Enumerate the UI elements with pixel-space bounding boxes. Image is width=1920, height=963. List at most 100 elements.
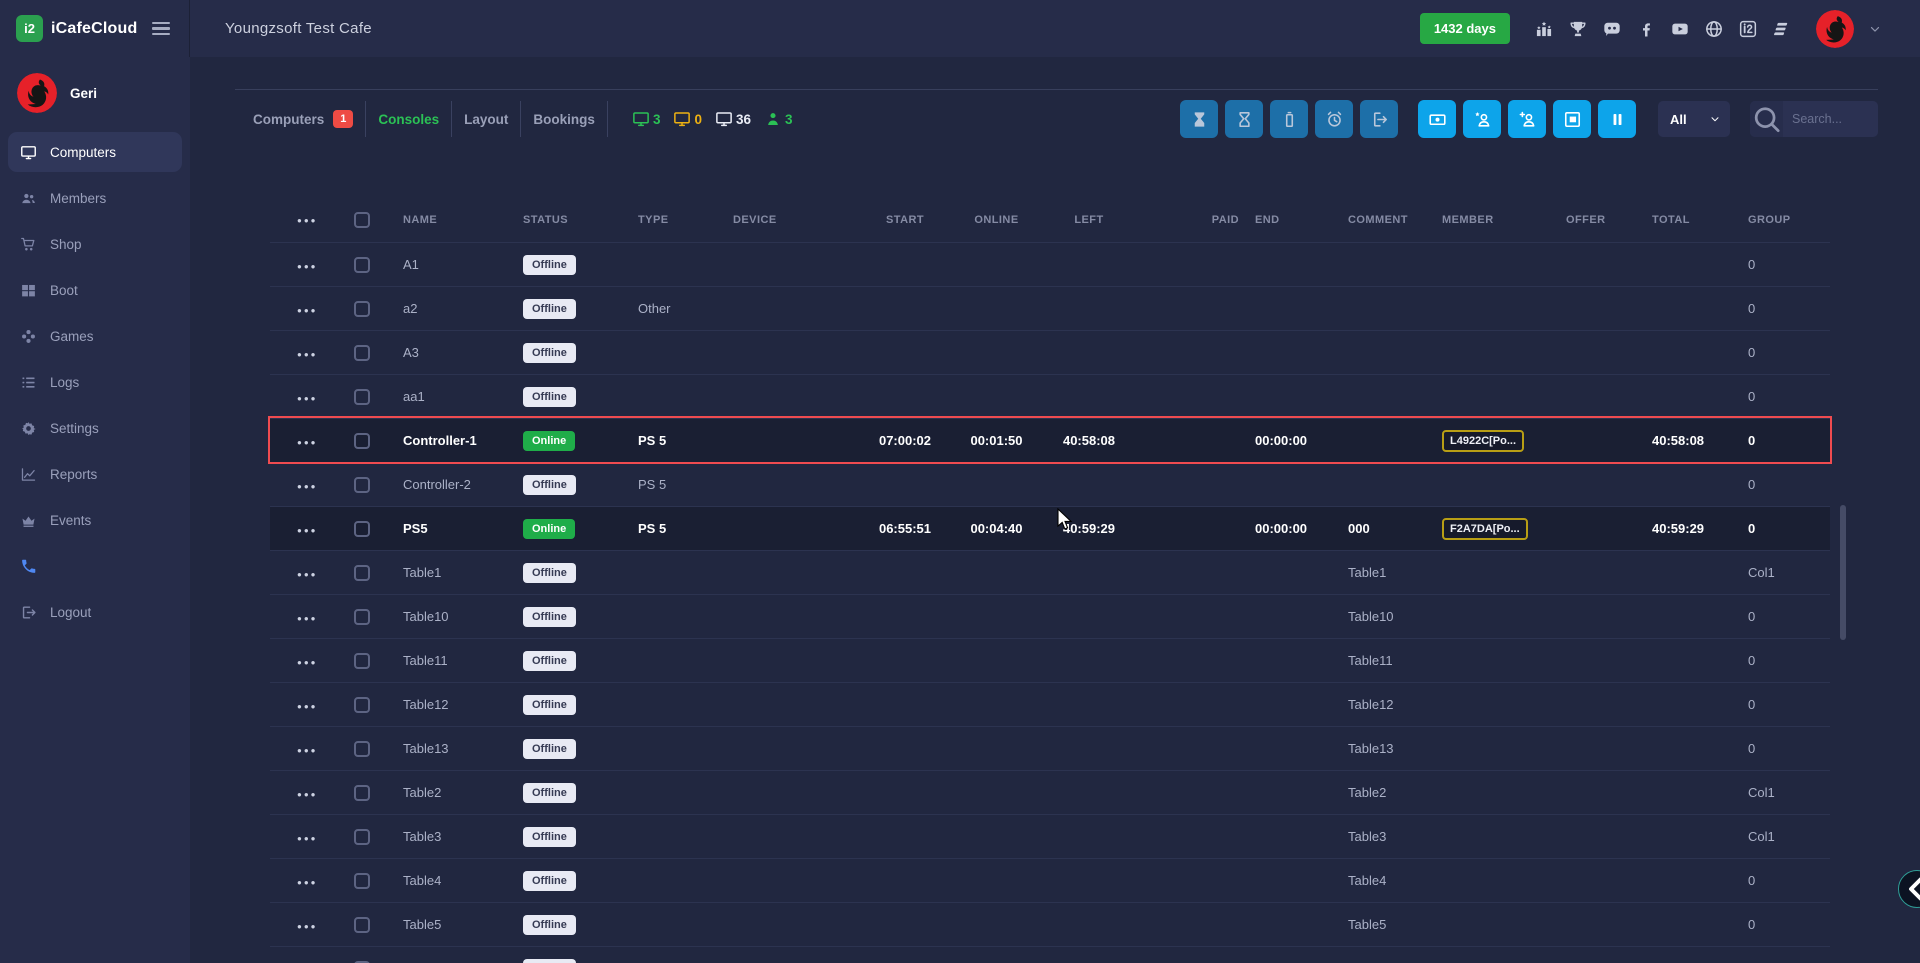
row-actions-icon[interactable]: ●●● xyxy=(297,834,318,843)
column-header-group[interactable]: GROUP xyxy=(1730,214,1830,226)
add-user-button[interactable] xyxy=(1508,100,1546,138)
select-all-checkbox[interactable] xyxy=(354,212,370,228)
table-row-Table2[interactable]: ●●● Table2 Offline Table2 Col1 xyxy=(270,770,1830,814)
row-checkbox[interactable] xyxy=(354,873,370,889)
sign-out-button[interactable] xyxy=(1360,100,1398,138)
row-checkbox[interactable] xyxy=(354,609,370,625)
row-checkbox[interactable] xyxy=(354,565,370,581)
sidebar-item-shop[interactable]: Shop xyxy=(8,224,182,264)
row-checkbox[interactable] xyxy=(354,653,370,669)
table-row-Table5[interactable]: ●●● Table5 Offline Table5 0 xyxy=(270,902,1830,946)
column-header-status[interactable]: STATUS xyxy=(515,214,630,226)
row-actions-icon[interactable]: ●●● xyxy=(297,350,318,359)
row-actions-icon[interactable]: ●●● xyxy=(297,306,318,315)
sidebar-item-settings[interactable]: Settings xyxy=(8,408,182,448)
sidebar-item-boot[interactable]: Boot xyxy=(8,270,182,310)
row-actions-icon[interactable]: ●●● xyxy=(297,394,318,403)
table-row-Controller-1[interactable]: ●●● Controller-1 Online PS 5 07:00:02 00… xyxy=(270,418,1830,462)
search-icon[interactable] xyxy=(1750,101,1783,137)
tab-consoles[interactable]: Consoles xyxy=(378,112,439,127)
sidebar-item-support[interactable]: Support xyxy=(8,546,182,586)
row-actions-icon[interactable]: ●●● xyxy=(297,702,318,711)
row-checkbox[interactable] xyxy=(354,345,370,361)
sidebar-item-computers[interactable]: Computers xyxy=(8,132,182,172)
row-checkbox[interactable] xyxy=(354,741,370,757)
row-checkbox[interactable] xyxy=(354,389,370,405)
screenshot-button[interactable] xyxy=(1553,100,1591,138)
page-scrollbar[interactable] xyxy=(1840,505,1846,640)
row-checkbox[interactable] xyxy=(354,785,370,801)
globe-icon[interactable] xyxy=(1704,19,1724,39)
tab-computers[interactable]: Computers 1 xyxy=(253,110,353,128)
row-actions-icon[interactable]: ●●● xyxy=(297,746,318,755)
user-avatar[interactable] xyxy=(17,73,57,113)
chevron-down-icon[interactable] xyxy=(1868,22,1882,36)
row-actions-icon[interactable]: ●●● xyxy=(297,438,318,447)
menu-toggle-icon[interactable] xyxy=(148,18,174,39)
column-header-offer[interactable]: OFFER xyxy=(1560,214,1640,226)
icafecloud-icon[interactable] xyxy=(1738,19,1758,39)
column-header-online[interactable]: ONLINE xyxy=(950,214,1043,226)
table-row-Table11[interactable]: ●●● Table11 Offline Table11 0 xyxy=(270,638,1830,682)
youtube-icon[interactable] xyxy=(1670,19,1690,39)
hourglass-filled-button[interactable] xyxy=(1180,100,1218,138)
trophy-icon[interactable] xyxy=(1568,19,1588,39)
column-header-comment[interactable]: COMMENT xyxy=(1340,214,1435,226)
brand-logo[interactable]: i2 iCafeCloud xyxy=(16,15,137,42)
sidebar-item-logs[interactable]: Logs xyxy=(8,362,182,402)
ellipsis-icon[interactable]: ●●● xyxy=(297,216,318,225)
column-header-left[interactable]: LEFT xyxy=(1043,214,1135,226)
table-row-aa1[interactable]: ●●● aa1 Offline 0 xyxy=(270,374,1830,418)
row-checkbox[interactable] xyxy=(354,829,370,845)
column-header-name[interactable]: NAME xyxy=(395,214,515,226)
search-input[interactable] xyxy=(1783,112,1869,126)
table-row-Table13[interactable]: ●●● Table13 Offline Table13 0 xyxy=(270,726,1830,770)
sidebar-item-members[interactable]: Members xyxy=(8,178,182,218)
table-row-Controller-2[interactable]: ●●● Controller-2 Offline PS 5 0 xyxy=(270,462,1830,506)
table-row-Table10[interactable]: ●●● Table10 Offline Table10 0 xyxy=(270,594,1830,638)
avatar[interactable] xyxy=(1816,10,1854,48)
row-checkbox[interactable] xyxy=(354,697,370,713)
column-header-end[interactable]: END xyxy=(1247,214,1340,226)
table-row-PS5[interactable]: ●●● PS5 Online PS 5 06:55:51 00:04:40 40… xyxy=(270,506,1830,550)
tab-layout[interactable]: Layout xyxy=(464,112,508,127)
hourglass-outline-button[interactable] xyxy=(1225,100,1263,138)
table-row-a2[interactable]: ●●● a2 Offline Other 0 xyxy=(270,286,1830,330)
table-row-A1[interactable]: ●●● A1 Offline 0 xyxy=(270,242,1830,286)
row-actions-icon[interactable]: ●●● xyxy=(297,614,318,623)
cash-button[interactable] xyxy=(1418,100,1456,138)
row-checkbox[interactable] xyxy=(354,521,370,537)
row-actions-icon[interactable]: ●●● xyxy=(297,262,318,271)
column-header-start[interactable]: START xyxy=(860,214,950,226)
alarm-clock-button[interactable] xyxy=(1315,100,1353,138)
sidebar-item-games[interactable]: Games xyxy=(8,316,182,356)
tab-bookings[interactable]: Bookings xyxy=(533,112,595,127)
sidebar-item-events[interactable]: Events xyxy=(8,500,182,540)
row-actions-icon[interactable]: ●●● xyxy=(297,570,318,579)
layers-icon[interactable] xyxy=(1772,19,1792,39)
sidebar-item-logout[interactable]: Logout xyxy=(8,592,182,632)
row-checkbox[interactable] xyxy=(354,477,370,493)
row-actions-icon[interactable]: ●●● xyxy=(297,658,318,667)
row-checkbox[interactable] xyxy=(354,301,370,317)
row-actions-icon[interactable]: ●●● xyxy=(297,922,318,931)
sidebar-item-reports[interactable]: Reports xyxy=(8,454,182,494)
table-row-Table7[interactable]: ●●● Table7 Offline Table7 xyxy=(270,946,1830,963)
table-row-A3[interactable]: ●●● A3 Offline 0 xyxy=(270,330,1830,374)
discord-icon[interactable] xyxy=(1602,19,1622,39)
member-chip[interactable]: L4922C[Po... xyxy=(1442,430,1524,452)
table-row-Table3[interactable]: ●●● Table3 Offline Table3 Col1 xyxy=(270,814,1830,858)
column-header-type[interactable]: TYPE xyxy=(630,214,725,226)
table-row-Table12[interactable]: ●●● Table12 Offline Table12 0 xyxy=(270,682,1830,726)
table-row-Table1[interactable]: ●●● Table1 Offline Table1 Col1 xyxy=(270,550,1830,594)
column-header-member[interactable]: MEMBER xyxy=(1435,214,1560,226)
row-actions-icon[interactable]: ●●● xyxy=(297,790,318,799)
filter-select[interactable]: All xyxy=(1658,101,1730,137)
collapse-panel-button[interactable] xyxy=(1898,870,1920,908)
column-header-device[interactable]: DEVICE xyxy=(725,214,860,226)
row-actions-icon[interactable]: ●●● xyxy=(297,878,318,887)
column-header-total[interactable]: TOTAL xyxy=(1640,214,1730,226)
row-checkbox[interactable] xyxy=(354,433,370,449)
row-checkbox[interactable] xyxy=(354,257,370,273)
table-row-Table4[interactable]: ●●● Table4 Offline Table4 0 xyxy=(270,858,1830,902)
